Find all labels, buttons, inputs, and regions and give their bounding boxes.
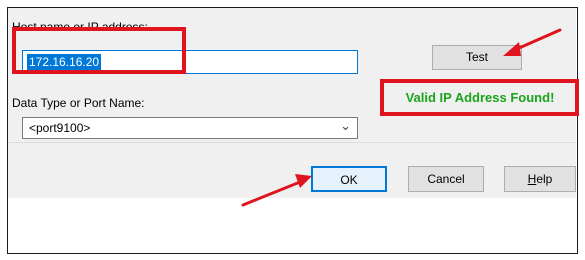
annotation-arrows [241,28,562,207]
arrow-to-ok-icon [241,174,312,207]
arrow-to-test-icon [503,28,562,56]
